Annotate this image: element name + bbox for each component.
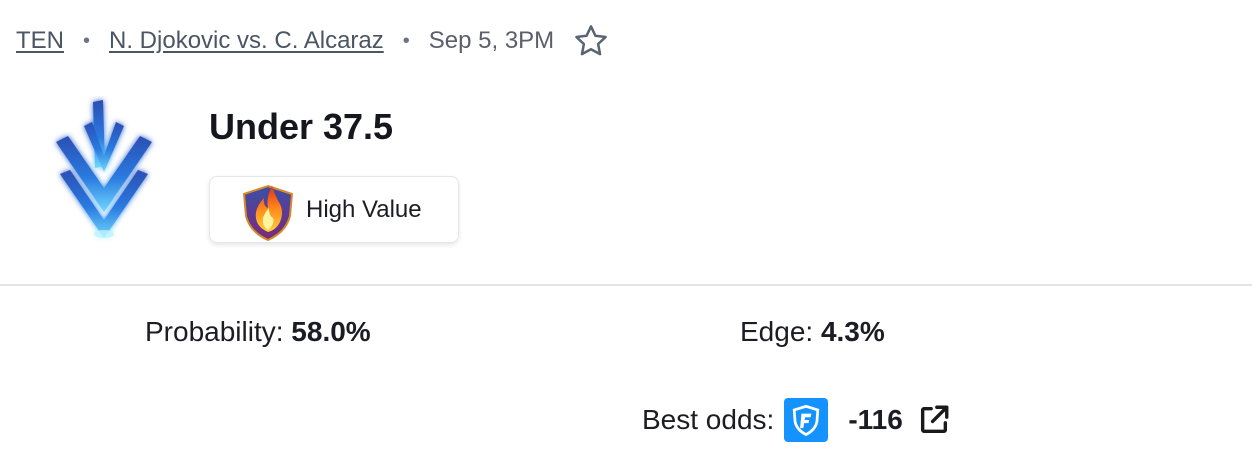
matchup-link[interactable]: N. Djokovic vs. C. Alcaraz [109, 27, 384, 55]
event-datetime: Sep 5, 3PM [428, 27, 555, 54]
probability-value: 58.0% [291, 316, 371, 347]
badge-label: High Value [306, 195, 422, 223]
best-odds-stat: Best odds: -116 [642, 398, 951, 442]
probability-label: Probability: [145, 316, 284, 347]
edge-stat: Edge: 4.3% [740, 316, 885, 348]
breadcrumb: TEN • N. Djokovic vs. C. Alcaraz • Sep 5… [16, 22, 610, 60]
chevron-down-arrow-icon [48, 96, 160, 242]
high-value-badge: High Value [209, 176, 459, 243]
best-odds-label: Best odds: [642, 404, 775, 435]
edge-label: Edge: [740, 316, 814, 347]
fire-shield-icon [238, 178, 298, 242]
edge-value: 4.3% [820, 316, 885, 347]
breadcrumb-separator: • [83, 29, 91, 52]
best-odds-value: -116 [848, 404, 903, 435]
breadcrumb-separator: • [402, 29, 410, 52]
pick-title: Under 37.5 [209, 106, 394, 147]
fanduel-logo-icon[interactable] [784, 398, 829, 442]
external-link-icon[interactable] [917, 403, 951, 437]
probability-stat: Probability: 58.0% [145, 316, 371, 348]
star-icon[interactable] [572, 22, 610, 60]
sport-link[interactable]: TEN [16, 27, 64, 55]
section-divider [0, 284, 1252, 286]
